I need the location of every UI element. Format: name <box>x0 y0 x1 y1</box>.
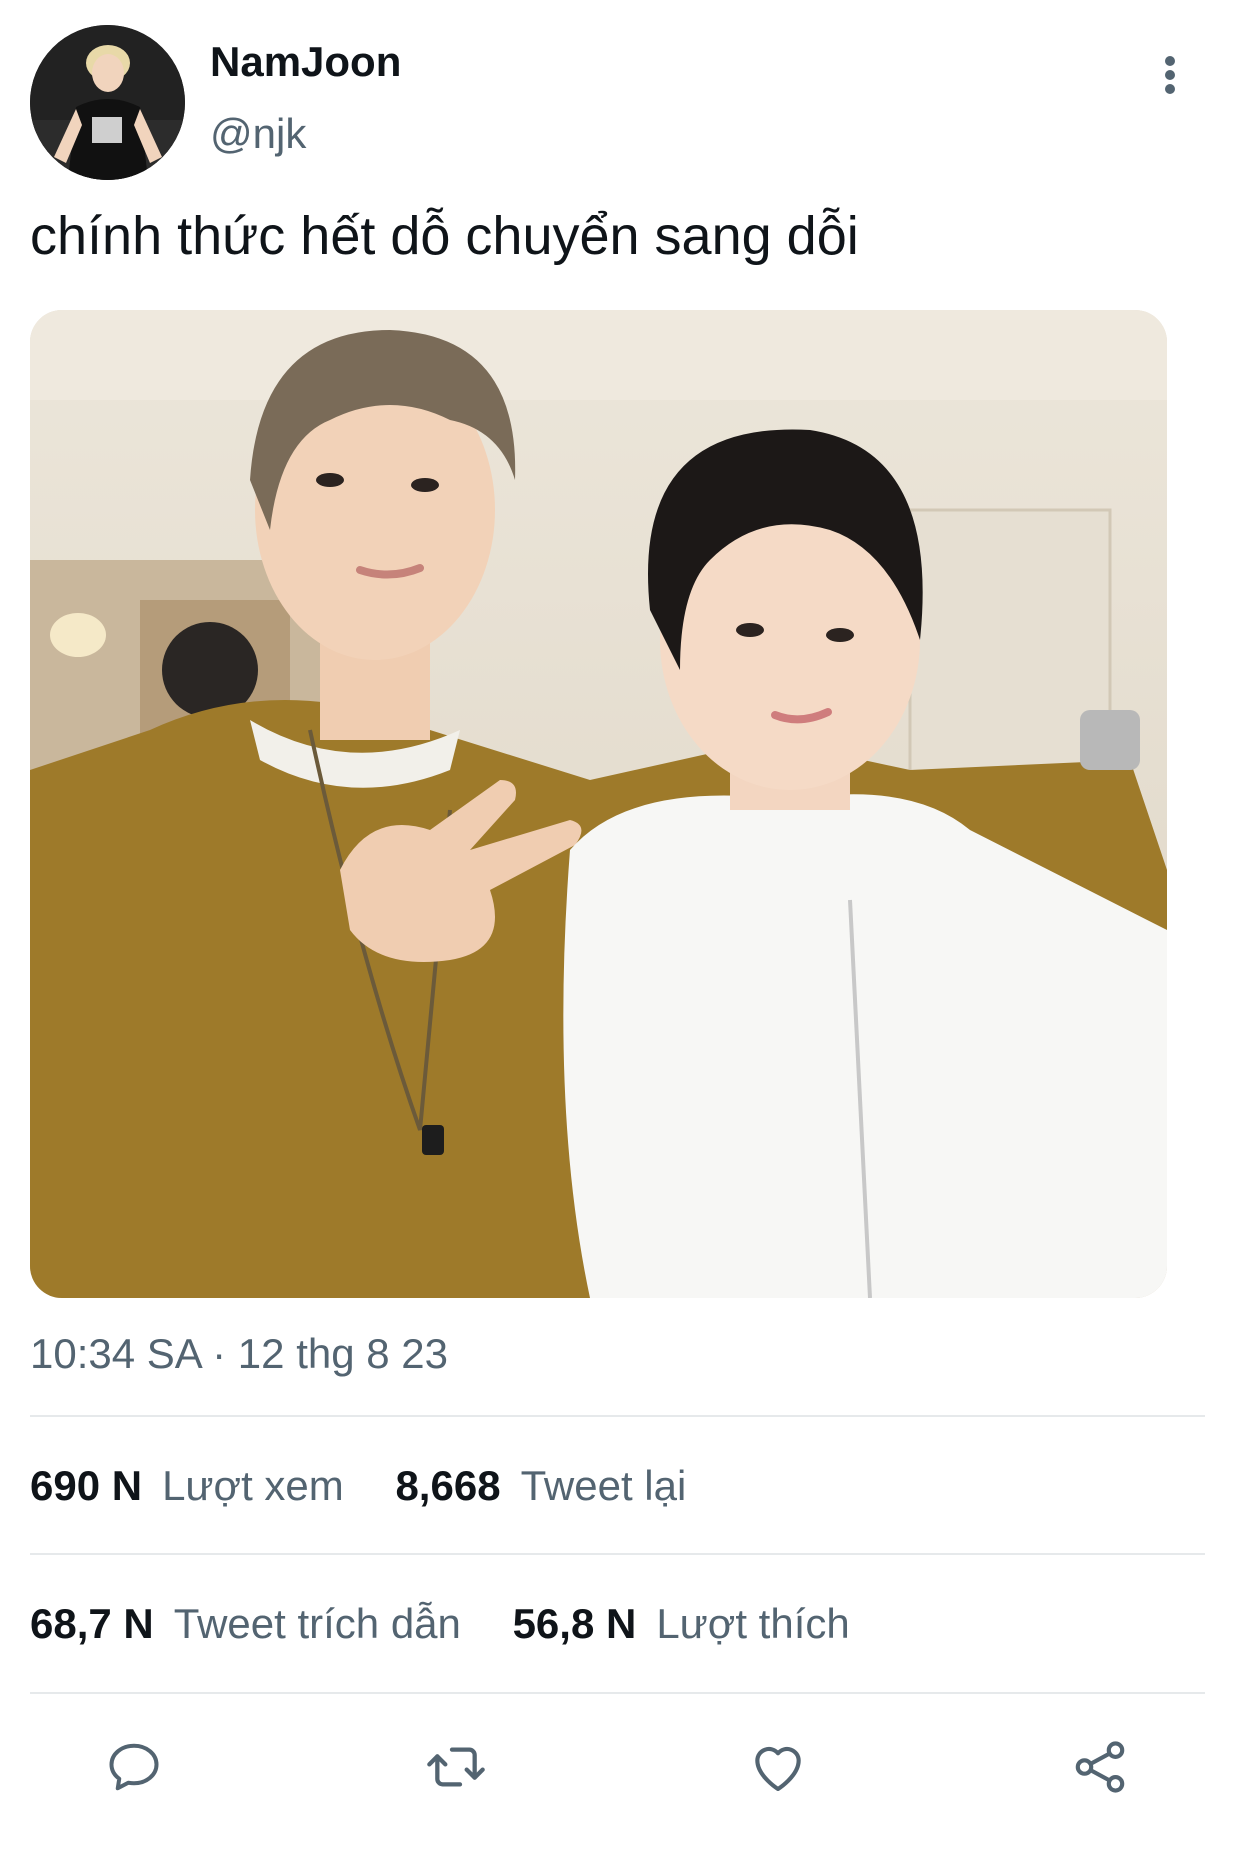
tweet-text: chính thức hết dỗ chuyển sang dỗi <box>30 206 859 266</box>
retweets-label: Tweet lại <box>520 1462 687 1509</box>
retweet-icon <box>427 1747 485 1787</box>
quotes-stat[interactable]: 68,7 N Tweet trích dẫn <box>30 1600 473 1647</box>
stats-row-views-retweets: 690 N Lượt xem 8,668 Tweet lại <box>30 1462 686 1510</box>
likes-stat[interactable]: 56,8 N Lượt thích <box>513 1600 850 1647</box>
reply-icon <box>109 1743 159 1791</box>
like-button[interactable] <box>746 1735 810 1799</box>
user-handle[interactable]: @njk <box>210 110 306 158</box>
more-options-button[interactable] <box>1150 50 1190 100</box>
likes-count: 56,8 N <box>512 1600 637 1647</box>
reply-button[interactable] <box>102 1735 166 1799</box>
avatar-photo <box>30 25 185 180</box>
views-count: 690 N <box>30 1462 143 1509</box>
views-stat[interactable]: 690 N Lượt xem <box>30 1462 355 1509</box>
retweets-count: 8,668 <box>395 1462 501 1509</box>
likes-label: Lượt thích <box>656 1600 850 1647</box>
stats-row-quotes-likes: 68,7 N Tweet trích dẫn 56,8 N Lượt thích <box>30 1600 850 1648</box>
views-label: Lượt xem <box>162 1462 344 1509</box>
tweet-timestamp[interactable]: 10:34 SA · 12 thg 8 23 <box>30 1330 448 1378</box>
avatar[interactable] <box>30 25 185 180</box>
divider <box>30 1553 1205 1555</box>
share-button[interactable] <box>1068 1735 1132 1799</box>
retweet-button[interactable] <box>424 1735 488 1799</box>
divider <box>30 1692 1205 1694</box>
heart-icon <box>755 1746 801 1792</box>
retweets-stat[interactable]: 8,668 Tweet lại <box>395 1462 686 1509</box>
divider <box>30 1415 1205 1417</box>
photo-illustration <box>30 310 1167 1298</box>
quotes-count: 68,7 N <box>30 1600 154 1647</box>
quotes-label: Tweet trích dẫn <box>173 1600 461 1647</box>
display-name[interactable]: NamJoon <box>210 38 401 86</box>
more-vertical-icon <box>1165 56 1175 94</box>
share-icon <box>1075 1741 1125 1793</box>
tweet-photo[interactable] <box>30 310 1167 1298</box>
